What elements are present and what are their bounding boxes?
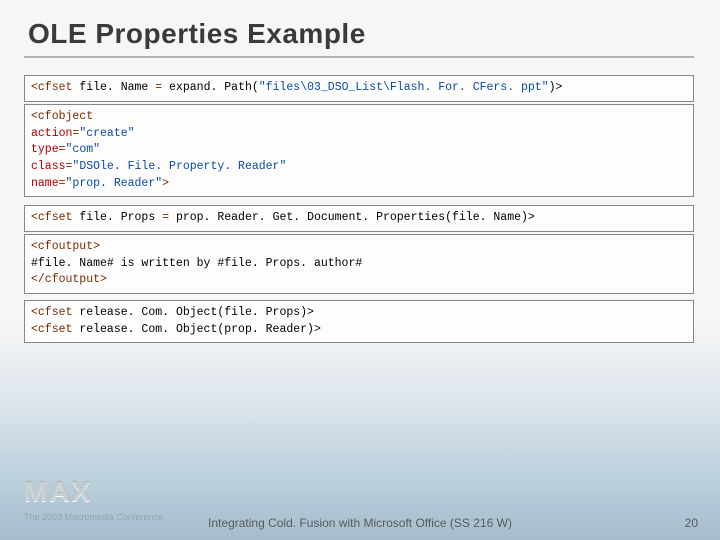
max-logo: MAX xyxy=(24,476,92,508)
code-block-4: <cfoutput> #file. Name# is written by #f… xyxy=(24,234,694,294)
code-token: file. Props xyxy=(72,211,162,224)
code-token: name xyxy=(31,177,59,190)
code-token: release. Com. Object(file. Props)> xyxy=(72,306,314,319)
code-block-3: <cfset file. Props = prop. Reader. Get. … xyxy=(24,205,694,232)
footer-center: Integrating Cold. Fusion with Microsoft … xyxy=(0,516,720,530)
code-token: file. Name xyxy=(72,81,155,94)
code-token: <cfset xyxy=(31,81,72,94)
title-underline xyxy=(24,56,694,58)
code-token: class xyxy=(31,160,66,173)
code-token: expand. Path( xyxy=(162,81,259,94)
code-token: action xyxy=(31,127,72,140)
code-token: </cfoutput> xyxy=(31,273,107,286)
code-block-1: <cfset file. Name = expand. Path("files\… xyxy=(24,75,694,102)
code-token: = xyxy=(59,143,66,156)
code-token: > xyxy=(162,177,169,190)
code-token: "DSOle. File. Property. Reader" xyxy=(72,160,286,173)
footer-brand: MAX xyxy=(24,476,92,508)
code-block-5: <cfset release. Com. Object(file. Props)… xyxy=(24,300,694,343)
code-token: <cfoutput> xyxy=(31,240,100,253)
code-token: #file. Name# is written by #file. Props.… xyxy=(31,257,362,270)
code-token: <cfset xyxy=(31,211,72,224)
code-block-2: <cfobject action="create" type="com" cla… xyxy=(24,104,694,197)
code-token: "prop. Reader" xyxy=(66,177,163,190)
page-number: 20 xyxy=(685,516,698,530)
code-token: "create" xyxy=(79,127,134,140)
code-token: )> xyxy=(549,81,563,94)
code-token: <cfset xyxy=(31,306,72,319)
code-token: <cfset xyxy=(31,323,72,336)
code-token: "com" xyxy=(66,143,101,156)
code-token: prop. Reader. Get. Document. Properties(… xyxy=(169,211,535,224)
code-token: = xyxy=(162,211,169,224)
slide: OLE Properties Example <cfset file. Name… xyxy=(0,0,720,540)
code-token: type xyxy=(31,143,59,156)
code-token: = xyxy=(59,177,66,190)
code-token: "files\03_DSO_List\Flash. For. CFers. pp… xyxy=(259,81,549,94)
code-token: <cfobject xyxy=(31,110,93,123)
code-token: release. Com. Object(prop. Reader)> xyxy=(72,323,320,336)
slide-title: OLE Properties Example xyxy=(28,18,366,50)
